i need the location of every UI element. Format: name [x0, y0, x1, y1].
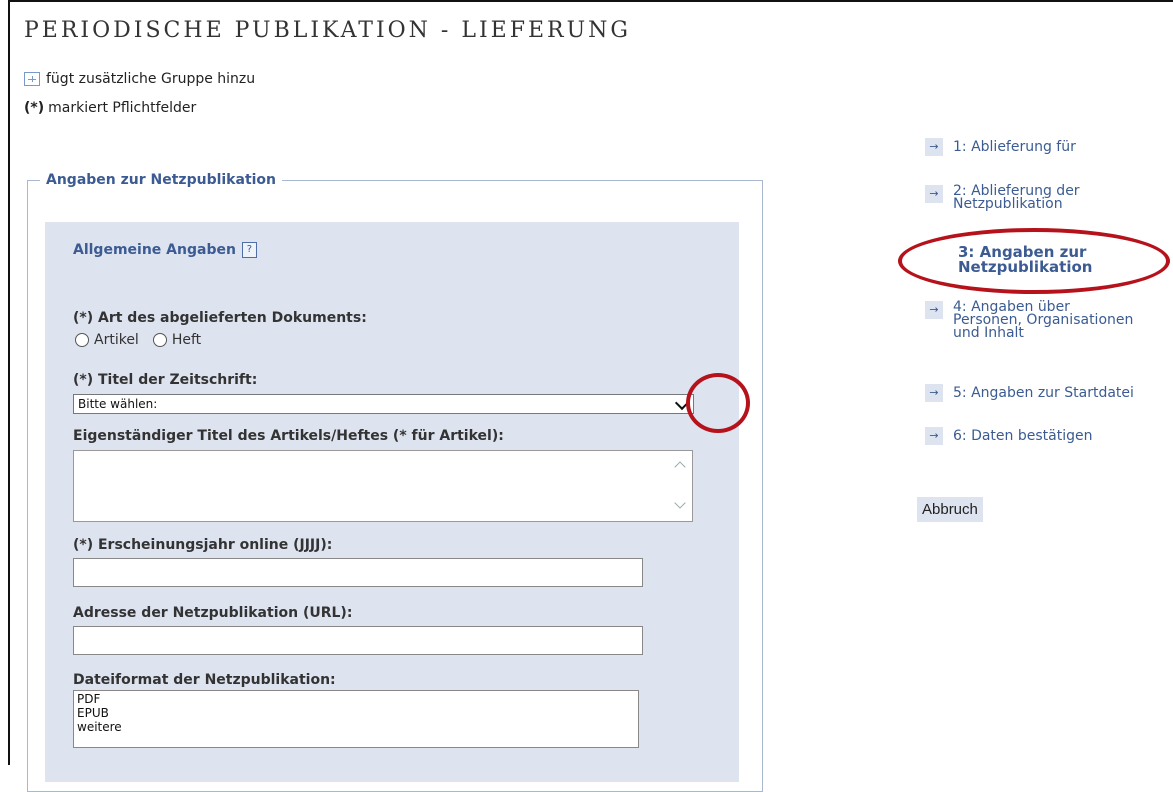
journal-title-select[interactable]: Bitte wählen:: [73, 394, 694, 414]
nav-step-1-label: 1: Ablieferung für: [953, 139, 1076, 155]
format-listbox[interactable]: PDF EPUB weitere: [73, 690, 639, 748]
arrow-right-icon: →: [925, 301, 943, 319]
cancel-button[interactable]: Abbruch: [917, 497, 983, 522]
legend-add-group: fügt zusätzliche Gruppe hinzu: [24, 71, 255, 87]
format-label: Dateiformat der Netzpublikation:: [73, 672, 336, 688]
nav-step-4-line3: und Inhalt: [953, 325, 1024, 341]
nav-step-2-label: 2: Ablieferung der Netzpublikation: [953, 184, 1080, 212]
doc-type-radio-group: Artikel Heft: [75, 332, 201, 348]
required-mark: (*): [24, 100, 45, 116]
own-title-textarea[interactable]: [73, 450, 693, 522]
page-title: PERIODISCHE PUBLIKATION - LIEFERUNG: [24, 18, 631, 43]
arrow-right-icon: →: [925, 384, 943, 402]
textarea-scrollbar[interactable]: [672, 455, 690, 517]
group-title-text: Allgemeine Angaben: [73, 242, 236, 258]
fieldset-legend: Angaben zur Netzpublikation: [46, 172, 277, 188]
nav-step-6-label: 6: Daten bestätigen: [953, 428, 1093, 444]
chevron-down-icon[interactable]: [674, 395, 690, 411]
arrow-right-icon: →: [925, 427, 943, 445]
year-input[interactable]: [73, 558, 643, 587]
nav-step-3-current: 3: Angaben zur Netzpublikation: [958, 245, 1173, 275]
nav-step-1[interactable]: → 1: Ablieferung für: [925, 138, 1173, 156]
legend-add-group-text: fügt zusätzliche Gruppe hinzu: [46, 71, 256, 87]
group-title: Allgemeine Angaben ?: [73, 242, 257, 258]
nav-step-3-label: 3: Angaben zur Netzpublikation: [958, 245, 1092, 275]
scroll-up-icon[interactable]: [674, 461, 686, 473]
general-info-group: Allgemeine Angaben ? (*) Art des abgelie…: [45, 222, 739, 782]
nav-step-5[interactable]: → 5: Angaben zur Startdatei: [925, 384, 1173, 402]
radio-artikel-label: Artikel: [94, 332, 139, 348]
nav-step-5-label: 5: Angaben zur Startdatei: [953, 385, 1134, 401]
nav-step-4-label: 4: Angaben über Personen, Organisationen…: [953, 300, 1133, 341]
radio-heft[interactable]: [152, 333, 167, 347]
legend-required: (*) markiert Pflichtfelder: [24, 100, 196, 116]
add-group-icon: [24, 72, 40, 86]
nav-step-2[interactable]: → 2: Ablieferung der Netzpublikation: [925, 184, 1173, 212]
scroll-down-icon[interactable]: [674, 497, 686, 509]
url-label: Adresse der Netzpublikation (URL):: [73, 605, 353, 621]
nav-step-6[interactable]: → 6: Daten bestätigen: [925, 427, 1173, 445]
journal-title-label: (*) Titel der Zeitschrift:: [73, 372, 258, 388]
radio-artikel[interactable]: [75, 333, 89, 347]
format-option[interactable]: weitere: [77, 720, 635, 734]
arrow-right-icon: →: [925, 185, 943, 203]
journal-title-value: Bitte wählen:: [78, 397, 158, 411]
radio-heft-label: Heft: [171, 332, 202, 348]
doc-type-label: (*) Art des abgelieferten Dokuments:: [73, 310, 367, 326]
year-label: (*) Erscheinungsjahr online (JJJJ):: [73, 537, 333, 553]
format-option[interactable]: PDF: [77, 692, 635, 706]
url-input[interactable]: [73, 626, 643, 655]
nav-step-4[interactable]: → 4: Angaben über Personen, Organisation…: [925, 300, 1173, 341]
own-title-label: Eigenständiger Titel des Artikels/Heftes…: [73, 428, 504, 444]
format-option[interactable]: EPUB: [77, 706, 635, 720]
nav-step-3-line2: Netzpublikation: [958, 258, 1093, 276]
help-icon[interactable]: ?: [241, 242, 257, 258]
legend-required-text: markiert Pflichtfelder: [48, 100, 197, 116]
nav-step-2-line2: Netzpublikation: [953, 196, 1063, 212]
arrow-right-icon: →: [925, 138, 943, 156]
